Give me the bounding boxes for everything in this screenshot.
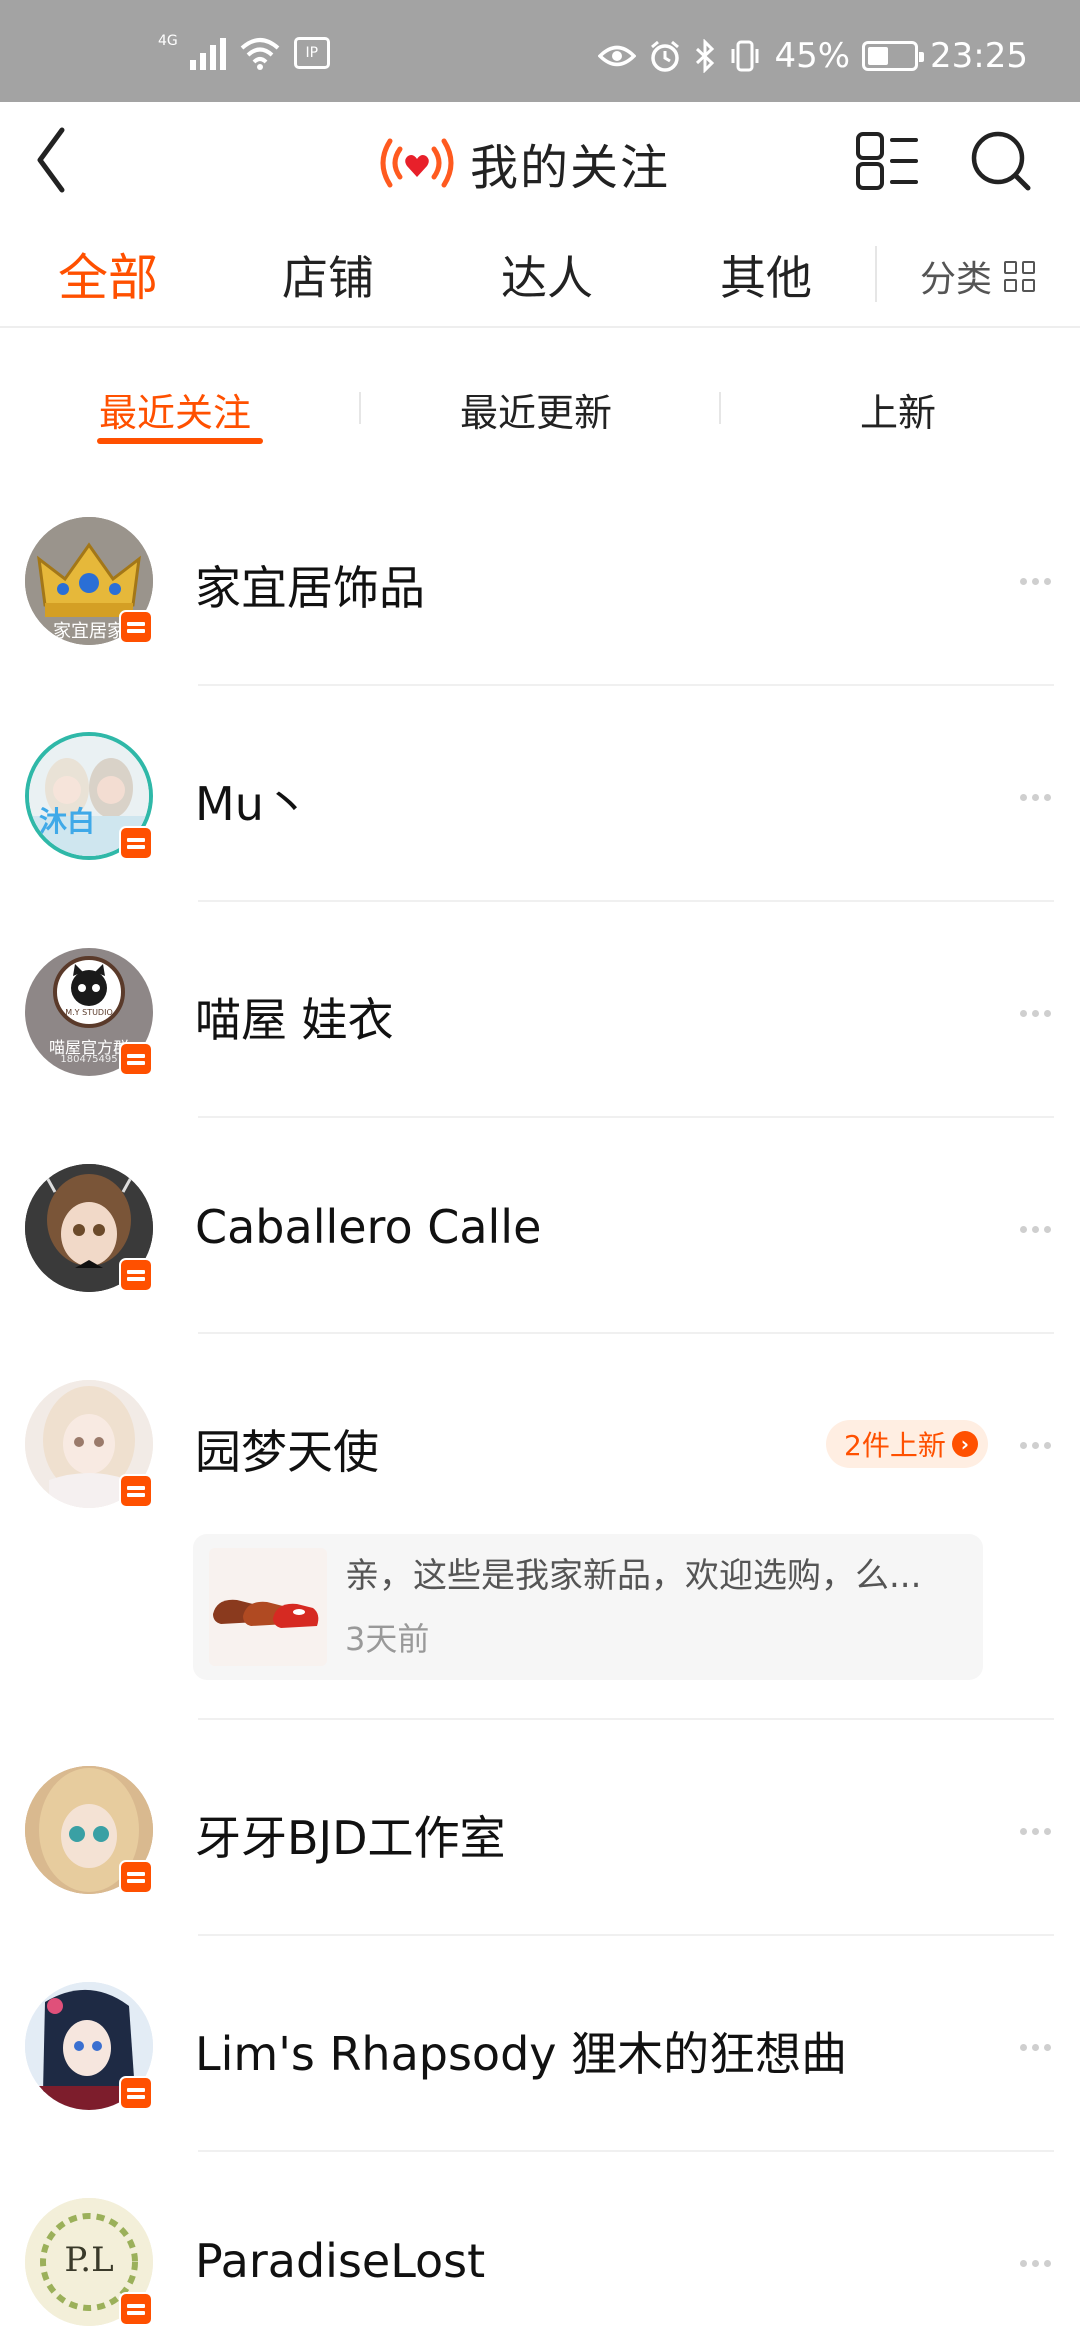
avatar-text: P.L [64, 2240, 114, 2280]
update-text: 亲，这些是我家新品，欢迎选购，么... [345, 1556, 922, 1596]
sort-recent-follow[interactable]: 最近关注 [99, 382, 251, 437]
search-icon[interactable] [966, 126, 1036, 196]
row-divider [198, 2150, 1054, 2152]
row-divider [198, 1332, 1054, 1334]
sort-tabs: 最近关注 最近更新 上新 [0, 370, 1080, 450]
more-icon[interactable] [1020, 1828, 1051, 1835]
chevron-right-icon: › [951, 1431, 978, 1457]
shop-badge-icon [119, 1042, 153, 1076]
shop-badge-icon [119, 1258, 153, 1292]
clock: 23:25 [930, 36, 1028, 76]
page-title: 我的关注 [378, 128, 670, 198]
shop-name: Mu丶 [195, 777, 310, 831]
new-items-badge[interactable]: 2件上新 › [826, 1420, 988, 1468]
row-divider [198, 684, 1054, 686]
tab-others[interactable]: 其他 [720, 242, 812, 308]
network-type: 4G [158, 33, 178, 49]
category-tabs: 全部 店铺 达人 其他 分类 [0, 228, 1080, 328]
sort-recent-update[interactable]: 最近更新 [460, 382, 612, 437]
alarm-icon [651, 40, 680, 72]
nav-bar: 我的关注 [0, 102, 1080, 218]
more-icon[interactable] [1020, 578, 1051, 585]
more-icon[interactable] [1020, 2044, 1051, 2051]
shop-name: 园梦天使 [195, 1425, 379, 1479]
classify-label: 分类 [920, 259, 993, 300]
tab-all[interactable]: 全部 [58, 238, 158, 310]
update-time: 3天前 [345, 1620, 430, 1658]
sort-new-arrivals[interactable]: 上新 [860, 382, 936, 437]
vibrate-icon [731, 40, 759, 72]
bluetooth-icon [696, 39, 715, 73]
shop-name: Lim's Rhapsody 狸木的狂想曲 [195, 2027, 848, 2081]
cat-logo-icon [71, 964, 107, 1006]
wifi-icon [240, 38, 280, 70]
shoes-image [209, 1548, 327, 1666]
shop-name: 喵屋 娃衣 [195, 993, 394, 1047]
signal-icon [189, 36, 226, 70]
more-icon[interactable] [1020, 1010, 1051, 1017]
sort-divider [719, 392, 721, 424]
shop-badge-icon [119, 1860, 153, 1894]
avatar-text: 沐白 [39, 805, 96, 838]
title-text: 我的关注 [470, 140, 671, 196]
list-view-icon[interactable] [852, 126, 922, 196]
status-left: 4G IP [158, 33, 330, 70]
battery-icon [862, 41, 925, 71]
update-thumbnail [209, 1548, 327, 1666]
new-items-label: 2件上新 [844, 1429, 946, 1462]
back-arrow-icon[interactable] [32, 122, 102, 198]
row-divider [198, 900, 1054, 902]
shop-badge-icon [119, 1474, 153, 1508]
more-icon[interactable] [1020, 2260, 1051, 2267]
tab-shops[interactable]: 店铺 [282, 242, 374, 308]
more-icon[interactable] [1020, 794, 1051, 801]
ip-icon: IP [293, 37, 330, 69]
classify-button[interactable]: 分类 [920, 250, 1036, 302]
status-right: 45% 23:25 [598, 36, 1028, 76]
shop-badge-icon [119, 610, 153, 644]
tab-influencers[interactable]: 达人 [501, 242, 593, 308]
more-icon[interactable] [1020, 1442, 1051, 1449]
shop-name: Caballero Calle [195, 1200, 542, 1254]
row-divider [198, 1934, 1054, 1936]
shop-name: 牙牙BJD工作室 [195, 1811, 506, 1865]
status-bar: 4G IP 45% 23:25 [0, 0, 1080, 102]
shop-badge-icon [119, 2292, 153, 2326]
tab-divider [875, 246, 877, 302]
grid-icon [1004, 260, 1036, 292]
sort-divider [359, 392, 361, 424]
row-divider [198, 1718, 1054, 1720]
battery-percent: 45% [774, 36, 851, 76]
eye-icon [598, 45, 637, 67]
live-heart-icon [380, 138, 454, 188]
avatar-logo-text: M.Y STUDIO [65, 1008, 113, 1017]
more-icon[interactable] [1020, 1226, 1051, 1233]
shop-badge-icon [119, 826, 153, 860]
row-divider [198, 1116, 1054, 1118]
shop-badge-icon [119, 2076, 153, 2110]
active-tab-underline [97, 438, 263, 444]
shop-name: 家宜居饰品 [195, 561, 425, 615]
update-card[interactable]: 亲，这些是我家新品，欢迎选购，么... 3天前 [193, 1534, 983, 1680]
shop-name: ParadiseLost [195, 2234, 486, 2288]
